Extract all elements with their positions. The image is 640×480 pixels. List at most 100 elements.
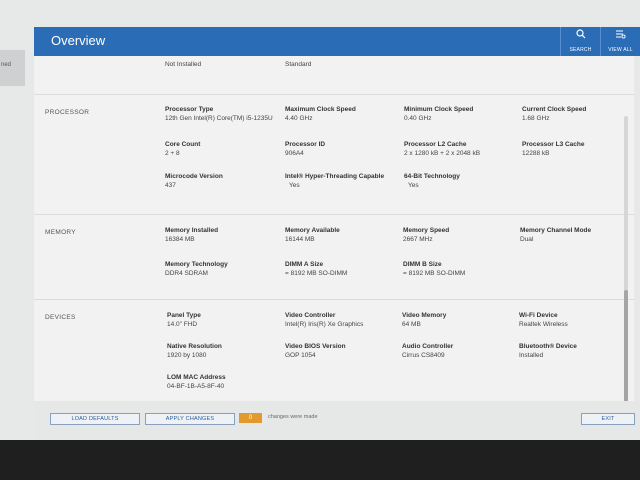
view-all-icon <box>601 29 640 43</box>
field-value: Dual <box>520 236 534 243</box>
field-label: Intel® Hyper-Threading Capable <box>285 173 385 180</box>
memory-installed-field: Memory Installed 16384 MB <box>165 227 218 243</box>
load-defaults-button[interactable]: LOAD DEFAULTS <box>50 413 140 425</box>
top-row-value-1: Not Installed <box>165 61 202 68</box>
field-value: 1920 by 1080 <box>167 352 207 359</box>
devices-section-label: DEVICES <box>45 314 76 321</box>
native-resolution-field: Native Resolution 1920 by 1080 <box>167 343 222 359</box>
64-bit-technology-field: 64-Bit Technology Yes <box>404 173 460 189</box>
field-label: Video Memory <box>402 312 447 319</box>
field-label: Processor L2 Cache <box>404 141 467 148</box>
field-value: 14.0" FHD <box>167 321 198 328</box>
changes-count-badge: 0 <box>239 413 262 423</box>
l3-cache-field: Processor L3 Cache 12288 kB <box>522 141 585 157</box>
field-label: Panel Type <box>167 312 201 319</box>
dimm-b-size-field: DIMM B Size = 8192 MB SO-DIMM <box>403 261 465 277</box>
field-value: 64 MB <box>402 321 421 328</box>
field-label: Current Clock Speed <box>522 106 587 113</box>
lom-mac-address-field: LOM MAC Address 04-BF-1B-A5-8F-40 <box>167 374 226 390</box>
current-clock-speed-field: Current Clock Speed 1.68 GHz <box>522 106 586 122</box>
field-value: 0.40 GHz <box>404 115 432 122</box>
field-value: DDR4 SDRAM <box>165 270 208 277</box>
field-value: 1.68 GHz <box>522 115 550 122</box>
overview-panel: Not Installed Standard PROCESSOR Process… <box>34 56 634 401</box>
field-value: 16384 MB <box>165 236 195 243</box>
apply-changes-button[interactable]: APPLY CHANGES <box>145 413 235 425</box>
exit-button[interactable]: EXIT <box>581 413 635 425</box>
max-clock-speed-field: Maximum Clock Speed 4.40 GHz <box>285 106 356 122</box>
field-value: GOP 1054 <box>285 352 316 359</box>
memory-technology-field: Memory Technology DDR4 SDRAM <box>165 261 228 277</box>
header-bar: Overview SEARCH VIEW ALL <box>34 27 640 56</box>
field-value: 2 x 1280 kB + 2 x 2048 kB <box>404 150 481 157</box>
field-value: 04-BF-1B-A5-8F-40 <box>167 383 225 390</box>
field-value: = 8192 MB SO-DIMM <box>285 270 348 277</box>
field-label: Memory Technology <box>165 261 228 268</box>
field-label: Bluetooth® Device <box>519 343 577 350</box>
field-label: Processor ID <box>285 141 326 148</box>
hyper-threading-field: Intel® Hyper-Threading Capable Yes <box>285 173 384 189</box>
field-label: Processor Type <box>165 106 214 113</box>
field-label: Microcode Version <box>165 173 223 180</box>
l2-cache-field: Processor L2 Cache 2 x 1280 kB + 2 x 204… <box>404 141 480 157</box>
panel-type-field: Panel Type 14.0" FHD <box>167 312 201 328</box>
microcode-version-field: Microcode Version 437 <box>165 173 223 189</box>
field-label: Memory Installed <box>165 227 219 234</box>
field-label: LOM MAC Address <box>167 374 226 381</box>
vertical-scrollbar[interactable] <box>624 116 628 401</box>
field-value: 906A4 <box>285 150 304 157</box>
field-value: Realtek Wireless <box>519 321 568 328</box>
processor-id-field: Processor ID 906A4 <box>285 141 325 157</box>
min-clock-speed-field: Minimum Clock Speed 0.40 GHz <box>404 106 473 122</box>
field-value: Yes <box>289 182 300 189</box>
video-bios-version-field: Video BIOS Version GOP 1054 <box>285 343 346 359</box>
field-label: DIMM A Size <box>285 261 324 268</box>
field-value: 2667 MHz <box>403 236 433 243</box>
field-label: Memory Available <box>285 227 340 234</box>
memory-section-label: MEMORY <box>45 229 76 236</box>
audio-controller-field: Audio Controller Cirrus CS8409 <box>402 343 453 359</box>
left-nav-item[interactable]: ned <box>0 50 25 86</box>
memory-available-field: Memory Available 16144 MB <box>285 227 340 243</box>
processor-section: PROCESSOR Processor Type 12th Gen Intel(… <box>34 94 634 215</box>
bios-screen: ned Overview SEARCH VIEW ALL Not Install… <box>0 0 640 440</box>
field-label: DIMM B Size <box>403 261 442 268</box>
video-memory-field: Video Memory 64 MB <box>402 312 446 328</box>
search-label: SEARCH <box>569 47 592 53</box>
view-all-button[interactable]: VIEW ALL <box>600 27 640 56</box>
wifi-device-field: Wi-Fi Device Realtek Wireless <box>519 312 568 328</box>
page-title: Overview <box>51 33 106 48</box>
footer-bar: LOAD DEFAULTS APPLY CHANGES 0 changes we… <box>34 401 640 440</box>
search-icon <box>561 29 600 43</box>
field-label: Wi-Fi Device <box>519 312 558 319</box>
processor-type-field: Processor Type 12th Gen Intel(R) Core(TM… <box>165 106 273 122</box>
dimm-a-size-field: DIMM A Size = 8192 MB SO-DIMM <box>285 261 347 277</box>
left-nav-item-label: ned <box>1 62 12 68</box>
scrollbar-thumb[interactable] <box>624 290 628 401</box>
field-value: 437 <box>165 182 176 189</box>
memory-section: MEMORY Memory Installed 16384 MB Memory … <box>34 214 634 300</box>
field-value: Intel(R) Iris(R) Xe Graphics <box>285 321 364 328</box>
core-count-field: Core Count 2 + 8 <box>165 141 200 157</box>
field-label: Audio Controller <box>402 343 454 350</box>
bluetooth-device-field: Bluetooth® Device Installed <box>519 343 577 359</box>
field-label: Maximum Clock Speed <box>285 106 356 113</box>
field-label: Processor L3 Cache <box>522 141 585 148</box>
search-button[interactable]: SEARCH <box>560 27 600 56</box>
memory-channel-mode-field: Memory Channel Mode Dual <box>520 227 591 243</box>
processor-section-label: PROCESSOR <box>45 109 90 116</box>
field-value: Installed <box>519 352 544 359</box>
field-value: = 8192 MB SO-DIMM <box>403 270 466 277</box>
field-value: 2 + 8 <box>165 150 180 157</box>
field-label: Minimum Clock Speed <box>404 106 474 113</box>
field-label: 64-Bit Technology <box>404 173 460 180</box>
top-row-value-2: Standard <box>285 61 312 68</box>
field-value: Yes <box>408 182 419 189</box>
field-value: 12288 kB <box>522 150 550 157</box>
field-value: 16144 MB <box>285 236 315 243</box>
field-label: Video Controller <box>285 312 336 319</box>
memory-speed-field: Memory Speed 2667 MHz <box>403 227 449 243</box>
changes-text: changes were made <box>268 414 318 420</box>
video-controller-field: Video Controller Intel(R) Iris(R) Xe Gra… <box>285 312 363 328</box>
devices-section: DEVICES Panel Type 14.0" FHD Video Contr… <box>34 299 634 401</box>
